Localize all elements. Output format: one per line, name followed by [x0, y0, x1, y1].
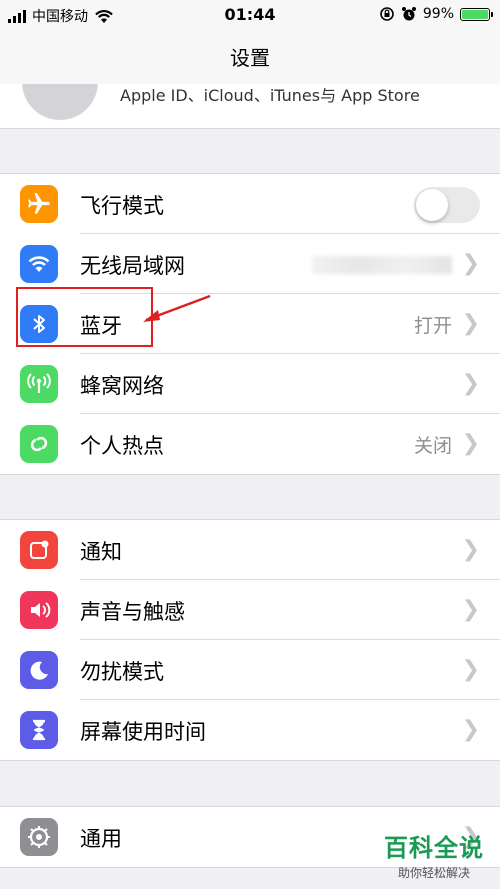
- chevron-right-icon: ❯: [461, 657, 480, 682]
- watermark-subtitle: 助你轻松解决: [397, 866, 470, 880]
- row-label: 勿扰模式: [80, 660, 164, 684]
- hourglass-icon: [20, 711, 58, 749]
- chevron-right-icon: ❯: [461, 717, 480, 742]
- gear-icon: [20, 818, 58, 856]
- notifications-icon: [20, 531, 58, 569]
- chevron-right-icon: ❯: [461, 537, 480, 562]
- watermark-title: 百科全说: [384, 834, 484, 862]
- row-label: 屏幕使用时间: [80, 720, 206, 744]
- settings-group-notifications: 通知 ❯ 声音与触感 ❯ 勿扰模式 ❯ 屏幕使用时间 ❯: [0, 519, 500, 761]
- row-sounds-haptics[interactable]: 声音与触感 ❯: [0, 580, 500, 640]
- chevron-right-icon: ❯: [461, 597, 480, 622]
- row-screen-time[interactable]: 屏幕使用时间 ❯: [0, 700, 500, 760]
- watermark-logo: 百科全说 助你轻松解决: [384, 828, 484, 881]
- row-do-not-disturb[interactable]: 勿扰模式 ❯: [0, 640, 500, 700]
- moon-icon: [20, 651, 58, 689]
- row-label: 通知: [80, 540, 122, 564]
- row-label: 声音与触感: [80, 600, 185, 624]
- row-notifications[interactable]: 通知 ❯: [0, 520, 500, 580]
- row-label: 通用: [80, 827, 122, 851]
- sound-icon: [20, 591, 58, 629]
